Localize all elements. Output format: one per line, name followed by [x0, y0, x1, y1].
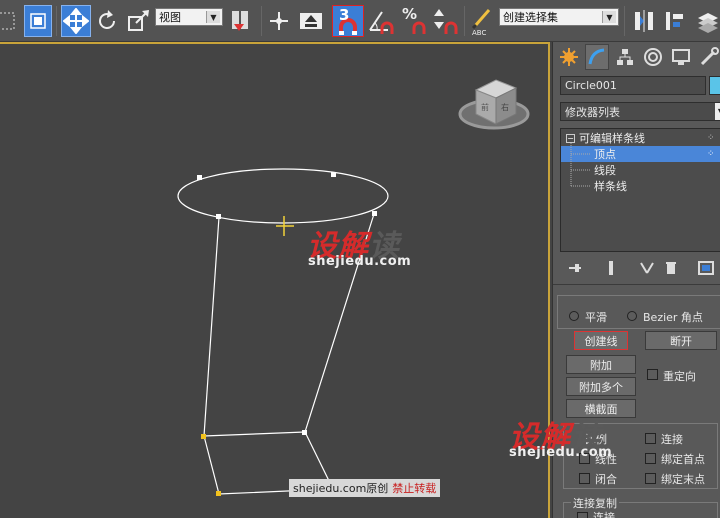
object-color-swatch[interactable]: [709, 76, 720, 95]
edit-named-selection-icon[interactable]: ABC: [468, 5, 496, 37]
angle-snap-icon[interactable]: [366, 5, 396, 37]
command-panel: Circle001 修改器列表 ▼ − 可编辑样条线 ⁘ 顶点 ⁘ 线段 样条线: [509, 42, 720, 518]
watermark-url: shejiedu.com: [308, 254, 412, 269]
main-toolbar: 视图 ▼ 3 % ABC 创建选择集 ▼: [0, 0, 720, 42]
spline-object[interactable]: [177, 168, 389, 495]
bind-last-checkbox[interactable]: [645, 473, 656, 484]
move-icon[interactable]: [61, 5, 91, 37]
bezier-corner-radio[interactable]: [627, 311, 637, 321]
viewcube-icon[interactable]: 前 右: [458, 79, 530, 130]
modifier-stack[interactable]: − 可编辑样条线 ⁘ 顶点 ⁘ 线段 样条线: [560, 128, 720, 252]
connect-copy-checkbox[interactable]: [577, 512, 588, 518]
svg-text:前: 前: [481, 102, 489, 112]
bind-first-label: 绑定首点: [661, 453, 705, 466]
dots-icon: ⁘: [707, 133, 715, 143]
tree-lines: [570, 143, 591, 187]
object-name-field[interactable]: Circle001: [560, 76, 706, 95]
reorient-checkbox[interactable]: [647, 369, 658, 380]
chevron-down-icon: ▼: [715, 103, 720, 120]
credit-banner: shejiedu.com原创 禁止转载: [289, 479, 441, 497]
panel-divider: [553, 284, 720, 285]
named-selection-dropdown[interactable]: 创建选择集 ▼: [499, 8, 619, 26]
percent-snap-icon[interactable]: %: [398, 5, 428, 37]
watermark-url-secondary: shejiedu.com: [509, 445, 613, 460]
view-dropdown-label: 视图: [159, 11, 181, 24]
snap-toggle-label: 3: [339, 6, 350, 24]
scene-canvas[interactable]: 前 右: [0, 44, 550, 518]
pivot-center-icon[interactable]: [226, 5, 256, 37]
modifier-list-dropdown[interactable]: 修改器列表 ▼: [560, 102, 720, 121]
modify-tab-icon[interactable]: [585, 44, 609, 70]
bind-first-checkbox[interactable]: [645, 453, 656, 464]
make-unique-icon[interactable]: [639, 260, 655, 276]
hierarchy-tab-icon[interactable]: [613, 44, 637, 70]
select-manipulate-icon[interactable]: [266, 5, 292, 37]
bezier-corner-label: Bezier 角点: [643, 311, 703, 324]
connect-copy-enable-label: 连接: [593, 511, 615, 518]
mirror-icon[interactable]: [630, 5, 658, 37]
dots-icon: ⁘: [707, 149, 715, 159]
pin-stack-icon[interactable]: [567, 260, 583, 276]
remove-modifier-icon[interactable]: [663, 260, 679, 276]
attach-button[interactable]: 附加: [566, 355, 636, 374]
reference-coordinate-dropdown[interactable]: 视图 ▼: [155, 8, 223, 26]
motion-tab-icon[interactable]: [641, 44, 665, 70]
svg-text:右: 右: [501, 102, 509, 112]
smooth-radio[interactable]: [569, 311, 579, 321]
utilities-tab-icon[interactable]: [697, 44, 720, 70]
show-end-result-icon[interactable]: [603, 260, 619, 276]
display-tab-icon[interactable]: [669, 44, 693, 70]
window-crossing-icon[interactable]: [24, 5, 52, 37]
align-icon[interactable]: [662, 5, 688, 37]
reorient-label: 重定向: [663, 370, 696, 383]
smooth-label: 平滑: [585, 311, 607, 324]
closed-checkbox[interactable]: [579, 473, 590, 484]
keyboard-shortcut-icon[interactable]: [296, 5, 326, 37]
break-button[interactable]: 断开: [645, 331, 717, 350]
svg-text:ABC: ABC: [472, 29, 486, 36]
select-region-icon[interactable]: [0, 5, 18, 37]
credit-forbid: 禁止转载: [392, 482, 437, 495]
crosshair-cursor-icon: [276, 216, 294, 236]
scale-icon[interactable]: [125, 5, 153, 37]
percent-snap-label: %: [402, 5, 418, 23]
connect-checkbox[interactable]: [645, 433, 656, 444]
snaps-toggle-button[interactable]: 3: [332, 5, 364, 37]
configure-sets-icon[interactable]: [698, 260, 714, 276]
spinner-snap-icon[interactable]: [430, 5, 460, 37]
connect-label: 连接: [661, 433, 683, 446]
selection-set-label: 创建选择集: [503, 11, 558, 24]
bind-last-label: 绑定末点: [661, 473, 705, 486]
perspective-viewport[interactable]: 前 右 设解读 shejiedu.com: [0, 42, 550, 518]
rotate-icon[interactable]: [94, 5, 120, 37]
chevron-down-icon: ▼: [206, 11, 220, 23]
chevron-down-icon: ▼: [602, 11, 616, 23]
create-line-button[interactable]: 创建线: [574, 331, 628, 350]
credit-text: shejiedu.com原创: [293, 482, 389, 495]
attach-multiple-button[interactable]: 附加多个: [566, 377, 636, 396]
create-tab-icon[interactable]: [557, 44, 581, 70]
layer-manager-icon[interactable]: [694, 5, 720, 37]
closed-label: 闭合: [595, 473, 617, 486]
modifier-list-label: 修改器列表: [565, 105, 620, 119]
